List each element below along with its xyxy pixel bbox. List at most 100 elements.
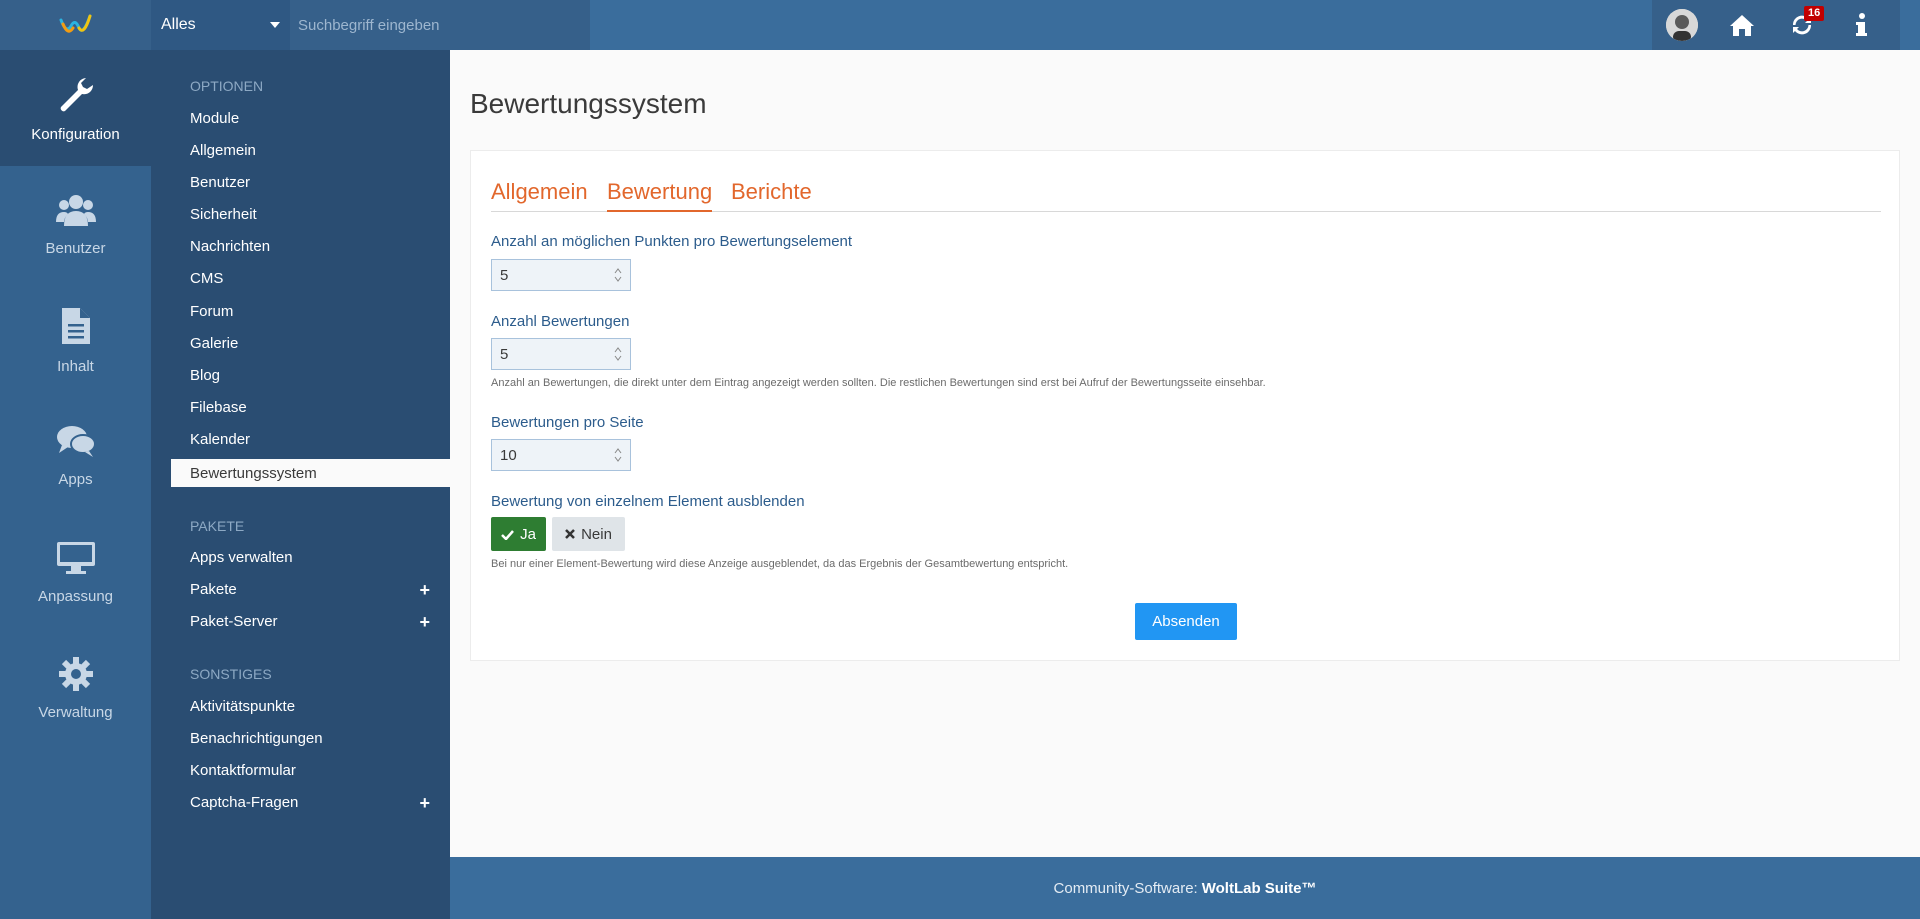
subnav-item-label: Filebase bbox=[190, 398, 247, 416]
mainnav-label: Konfiguration bbox=[31, 125, 120, 143]
tab-bewertung[interactable]: Bewertung bbox=[607, 179, 713, 212]
spinner-icon[interactable] bbox=[614, 447, 622, 463]
mainnav-apps[interactable]: Apps bbox=[0, 398, 151, 514]
header-actions: 16 bbox=[1652, 0, 1900, 50]
section-heading-pakete: Pakete bbox=[190, 518, 245, 534]
subnav-item-label: CMS bbox=[190, 269, 224, 287]
subnav-item-benutzer[interactable]: Benutzer bbox=[171, 168, 450, 196]
no-button[interactable]: Nein bbox=[552, 517, 625, 551]
mainnav-label: Anpassung bbox=[37, 587, 114, 605]
subnav-item-module[interactable]: Module bbox=[171, 104, 450, 132]
subnav-item-label: Aktivitätspunkte bbox=[190, 697, 296, 715]
subnav-item-label: Module bbox=[190, 109, 240, 127]
spinner-icon[interactable] bbox=[614, 346, 622, 362]
subnav-item-label: Nachrichten bbox=[190, 237, 271, 255]
sub-navigation: Optionen Module Allgemein Benutzer Siche… bbox=[151, 50, 450, 919]
desktop-icon bbox=[56, 541, 95, 574]
subnav-item-filebase[interactable]: Filebase bbox=[171, 393, 450, 421]
info-button[interactable] bbox=[1832, 0, 1892, 50]
section-heading-sonstiges: Sonstiges bbox=[190, 666, 272, 682]
plus-icon[interactable]: + bbox=[419, 580, 430, 601]
search-input[interactable] bbox=[290, 0, 590, 50]
yes-label: Ja bbox=[520, 525, 536, 543]
subnav-item-label: Forum bbox=[190, 302, 234, 320]
subnav-item-galerie[interactable]: Galerie bbox=[171, 329, 450, 357]
mainnav-anpassung[interactable]: Anpassung bbox=[0, 514, 151, 630]
subnav-item-label: Captcha-Fragen bbox=[190, 793, 299, 811]
field-label-ratings-count: Anzahl Bewertungen bbox=[491, 313, 630, 330]
field-label-per-page: Bewertungen pro Seite bbox=[491, 414, 644, 431]
per-page-value: 10 bbox=[500, 446, 517, 464]
subnav-item-kalender[interactable]: Kalender bbox=[171, 425, 450, 453]
chevron-down-icon bbox=[270, 22, 280, 28]
settings-panel: Allgemein Bewertung Berichte Anzahl an m… bbox=[470, 150, 1900, 661]
subnav-item-label: Allgemein bbox=[190, 141, 256, 159]
tab-bar: Allgemein Bewertung Berichte bbox=[491, 179, 1881, 212]
subnav-item-cms[interactable]: CMS bbox=[171, 264, 450, 292]
footer-brand-link[interactable]: WoltLab Suite™ bbox=[1202, 880, 1317, 897]
mainnav-benutzer[interactable]: Benutzer bbox=[0, 166, 151, 282]
comments-icon bbox=[56, 425, 96, 457]
subnav-item-apps-verwalten[interactable]: Apps verwalten bbox=[171, 543, 450, 571]
points-value: 5 bbox=[500, 266, 509, 284]
ratings-count-input[interactable]: 5 bbox=[491, 338, 631, 370]
subnav-item-label: Paket-Server bbox=[190, 612, 278, 630]
tab-allgemein[interactable]: Allgemein bbox=[491, 179, 588, 212]
subnav-item-label: Benutzer bbox=[190, 173, 251, 191]
subnav-item-allgemein[interactable]: Allgemein bbox=[171, 136, 450, 164]
file-text-icon bbox=[61, 307, 90, 344]
subnav-item-forum[interactable]: Forum bbox=[171, 297, 450, 325]
logo[interactable] bbox=[0, 0, 151, 50]
page-title: Bewertungssystem bbox=[470, 88, 707, 119]
subnav-item-kontaktformular[interactable]: Kontaktformular bbox=[171, 756, 450, 784]
footer-prefix: Community-Software: bbox=[1053, 879, 1198, 897]
points-input[interactable]: 5 bbox=[491, 259, 631, 291]
woltlab-logo-icon bbox=[59, 14, 91, 33]
main-navigation: Konfiguration Benutzer Inhalt Apps Anpas… bbox=[0, 50, 151, 919]
subnav-item-blog[interactable]: Blog bbox=[171, 361, 450, 389]
subnav-item-captcha-fragen[interactable]: Captcha-Fragen + bbox=[171, 788, 450, 816]
yes-button[interactable]: Ja bbox=[491, 517, 546, 551]
mainnav-inhalt[interactable]: Inhalt bbox=[0, 282, 151, 398]
mainnav-label: Inhalt bbox=[57, 357, 94, 375]
home-icon bbox=[1730, 15, 1754, 36]
field-label-points: Anzahl an möglichen Punkten pro Bewertun… bbox=[491, 233, 853, 250]
mainnav-konfiguration[interactable]: Konfiguration bbox=[0, 50, 151, 166]
notification-badge: 16 bbox=[1804, 6, 1825, 21]
spinner-icon[interactable] bbox=[614, 267, 622, 283]
user-avatar-button[interactable] bbox=[1652, 0, 1712, 50]
subnav-item-label: Apps verwalten bbox=[190, 548, 293, 566]
plus-icon[interactable]: + bbox=[419, 793, 430, 814]
per-page-input[interactable]: 10 bbox=[491, 439, 631, 471]
subnav-item-paket-server[interactable]: Paket-Server + bbox=[171, 607, 450, 635]
mainnav-label: Benutzer bbox=[45, 239, 106, 257]
subnav-item-sicherheit[interactable]: Sicherheit bbox=[171, 200, 450, 228]
mainnav-verwaltung[interactable]: Verwaltung bbox=[0, 630, 151, 746]
help-text-ratings-count: Anzahl an Bewertungen, die direkt unter … bbox=[491, 377, 1266, 389]
subnav-item-label: Sicherheit bbox=[190, 205, 257, 223]
subnav-item-label: Benachrichtigungen bbox=[190, 729, 323, 747]
home-button[interactable] bbox=[1712, 0, 1772, 50]
plus-icon[interactable]: + bbox=[419, 612, 430, 633]
subnav-item-label: Galerie bbox=[190, 334, 239, 352]
help-text-hide-single: Bei nur einer Element-Bewertung wird die… bbox=[491, 558, 1069, 570]
submit-button[interactable]: Absenden bbox=[1135, 603, 1237, 640]
gear-icon bbox=[58, 656, 93, 691]
no-label: Nein bbox=[581, 525, 612, 543]
subnav-item-bewertungssystem[interactable]: Bewertungssystem bbox=[171, 459, 450, 487]
subnav-item-aktivitaetspunkte[interactable]: Aktivitätspunkte bbox=[171, 692, 450, 720]
subnav-item-label: Bewertungssystem bbox=[190, 464, 317, 482]
search-scope-dropdown[interactable]: Alles bbox=[151, 0, 290, 50]
subnav-item-label: Blog bbox=[190, 366, 221, 384]
subnav-item-benachrichtigungen[interactable]: Benachrichtigungen bbox=[171, 724, 450, 752]
subnav-item-nachrichten[interactable]: Nachrichten bbox=[171, 232, 450, 260]
top-header: Alles 16 bbox=[0, 0, 1920, 50]
check-icon bbox=[501, 529, 515, 540]
close-icon bbox=[565, 529, 575, 539]
subnav-item-pakete[interactable]: Pakete + bbox=[171, 575, 450, 603]
search-scope-label: Alles bbox=[161, 16, 196, 33]
users-icon bbox=[55, 194, 96, 226]
section-heading-optionen: Optionen bbox=[190, 78, 264, 94]
tab-berichte[interactable]: Berichte bbox=[731, 179, 812, 212]
updates-button[interactable]: 16 bbox=[1772, 0, 1832, 50]
